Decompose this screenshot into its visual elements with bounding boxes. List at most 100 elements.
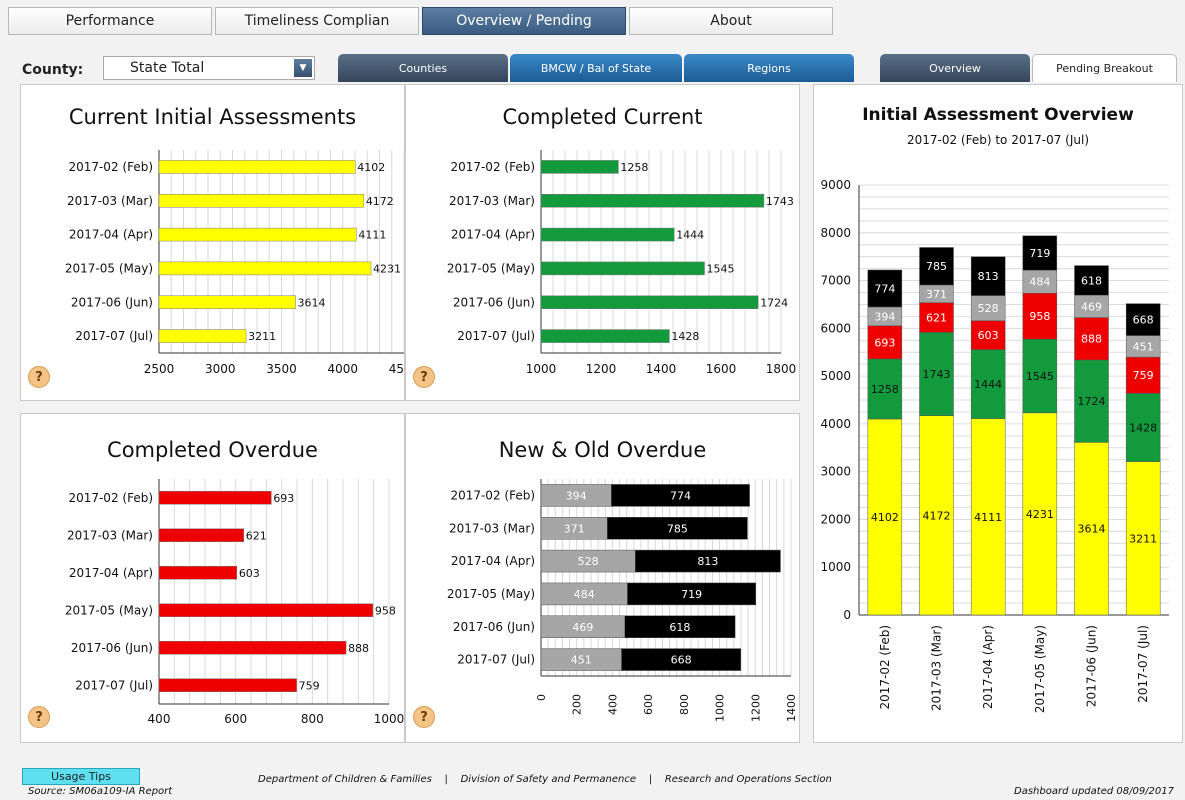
bar bbox=[158, 528, 244, 542]
panel-current-initial-assessments: Current Initial Assessments 2500 3000 3500… bbox=[20, 84, 406, 401]
data-label: 484 bbox=[1029, 276, 1050, 289]
tab-counties[interactable]: Counties bbox=[338, 54, 508, 82]
data-label: 785 bbox=[926, 260, 947, 273]
data-label: 4172 bbox=[366, 195, 394, 208]
panel-initial-assessment-overview: Initial Assessment Overview 2017-02 (Feb… bbox=[813, 84, 1183, 743]
y-tick-label: 5000 bbox=[820, 369, 851, 383]
bar bbox=[158, 641, 347, 655]
y-tick-label: 2000 bbox=[820, 512, 851, 526]
data-label: 621 bbox=[246, 529, 267, 542]
y-tick-label: 0 bbox=[843, 608, 851, 622]
category-label: 2017-07 (Jul) bbox=[75, 329, 153, 343]
data-label: 693 bbox=[273, 492, 294, 505]
y-tick-label: 9000 bbox=[820, 178, 851, 192]
chevron-down-icon[interactable]: ▼ bbox=[294, 59, 312, 77]
y-tick-label: 1000 bbox=[820, 560, 851, 574]
x-tick-label: 1400 bbox=[646, 362, 677, 376]
data-label: 4231 bbox=[373, 262, 401, 275]
x-tick-label: 2500 bbox=[144, 362, 175, 376]
category-label: 2017-03 (Mar) bbox=[67, 194, 153, 208]
x-tick-label: 400 bbox=[606, 694, 619, 715]
data-label: 888 bbox=[348, 642, 369, 655]
data-label: 958 bbox=[375, 604, 396, 617]
bar bbox=[540, 295, 759, 309]
category-label: 2017-07 (Jul) bbox=[1136, 625, 1150, 703]
data-label: 528 bbox=[978, 302, 999, 315]
data-label: 3614 bbox=[297, 296, 325, 309]
top-tab-bar: Performance Timeliness Complian Overview… bbox=[8, 7, 833, 35]
data-label: 785 bbox=[667, 522, 688, 535]
category-label: 2017-04 (Apr) bbox=[451, 554, 535, 568]
dashboard-updated-text: Dashboard updated 08/09/2017 bbox=[1014, 786, 1175, 797]
tab-bmcw-bal-of-state[interactable]: BMCW / Bal of State bbox=[510, 54, 682, 82]
x-tick-label: 0 bbox=[535, 694, 548, 701]
view-tab-bar: Counties BMCW / Bal of State Regions bbox=[338, 54, 854, 82]
data-label: 371 bbox=[926, 288, 947, 301]
x-tick-label: 1400 bbox=[785, 694, 798, 722]
category-label: 2017-07 (Jul) bbox=[75, 678, 153, 692]
bar bbox=[540, 194, 765, 208]
category-label: 2017-04 (Apr) bbox=[69, 228, 153, 242]
tab-timeliness-compliance[interactable]: Timeliness Complian bbox=[215, 7, 419, 35]
category-label: 2017-07 (Jul) bbox=[457, 653, 535, 667]
data-label: 394 bbox=[566, 489, 587, 502]
x-tick-label: 800 bbox=[678, 694, 691, 715]
x-tick-label: 600 bbox=[224, 712, 247, 726]
source-text: Source: SM06a109-IA Report bbox=[28, 786, 173, 797]
x-tick-label: 1000 bbox=[374, 712, 405, 726]
x-tick-label: 400 bbox=[148, 712, 171, 726]
data-label: 668 bbox=[1133, 314, 1154, 327]
x-tick-label: 1600 bbox=[706, 362, 737, 376]
y-tick-label: 8000 bbox=[820, 226, 851, 240]
category-label: 2017-02 (Feb) bbox=[450, 488, 535, 502]
tab-performance[interactable]: Performance bbox=[8, 7, 212, 35]
tab-pending-breakout[interactable]: Pending Breakout bbox=[1032, 54, 1177, 82]
category-label: 2017-06 (Jun) bbox=[71, 295, 153, 309]
data-label: 1724 bbox=[1078, 395, 1106, 408]
help-icon[interactable]: ? bbox=[28, 706, 50, 728]
county-select[interactable]: State Total ▼ bbox=[103, 56, 315, 80]
data-label: 774 bbox=[670, 489, 691, 502]
bar bbox=[158, 227, 357, 242]
x-tick-label: 3000 bbox=[205, 362, 236, 376]
tab-regions[interactable]: Regions bbox=[684, 54, 854, 82]
category-label: 2017-05 (May) bbox=[1033, 625, 1047, 713]
data-label: 4231 bbox=[1026, 508, 1054, 521]
bar bbox=[158, 566, 238, 580]
bar bbox=[158, 329, 247, 343]
panel-completed-overdue: Completed Overdue 400 600 800 1000 2017-02 (… bbox=[20, 413, 405, 743]
chart-initial-assessment-overview: 0 1000 2000 3000 4000 5000 6000 7000 8000 9000 410… bbox=[820, 178, 1169, 713]
county-select-value: State Total bbox=[130, 60, 205, 76]
tab-about[interactable]: About bbox=[629, 7, 833, 35]
x-tick-label: 1200 bbox=[586, 362, 617, 376]
tab-overview-pending[interactable]: Overview / Pending bbox=[422, 7, 626, 35]
chart-completed-current: 1000 1200 1400 1600 1800 2017-02 (Feb) 1258 201… bbox=[447, 150, 796, 376]
bar bbox=[158, 603, 374, 617]
category-label: 2017-02 (Feb) bbox=[878, 625, 892, 710]
data-label: 469 bbox=[1081, 300, 1102, 313]
x-tick-label: 1000 bbox=[714, 694, 727, 722]
county-label: County: bbox=[22, 62, 84, 78]
data-label: 603 bbox=[978, 329, 999, 342]
data-label: 719 bbox=[681, 588, 702, 601]
x-tick-label: 4500 bbox=[389, 362, 406, 376]
category-label: 2017-04 (Apr) bbox=[451, 228, 535, 242]
help-icon[interactable]: ? bbox=[413, 366, 435, 388]
help-icon[interactable]: ? bbox=[413, 706, 435, 728]
bar bbox=[540, 329, 670, 343]
usage-tips-button[interactable]: Usage Tips bbox=[22, 768, 140, 785]
chart-completed-overdue: 400 600 800 1000 2017-02 (Feb) 693 2017-03 (Ma… bbox=[65, 479, 405, 726]
data-label: 451 bbox=[1133, 340, 1154, 353]
data-label: 4111 bbox=[974, 511, 1002, 524]
help-icon[interactable]: ? bbox=[28, 366, 50, 388]
data-label: 4172 bbox=[923, 509, 951, 522]
bar bbox=[540, 160, 619, 174]
data-label: 621 bbox=[926, 312, 947, 325]
data-label: 4102 bbox=[871, 511, 899, 524]
tab-overview[interactable]: Overview bbox=[880, 54, 1030, 82]
data-label: 618 bbox=[669, 621, 690, 634]
data-label: 484 bbox=[574, 588, 595, 601]
data-label: 1444 bbox=[974, 378, 1002, 391]
x-tick-label: 1000 bbox=[526, 362, 557, 376]
category-label: 2017-02 (Feb) bbox=[68, 160, 153, 174]
